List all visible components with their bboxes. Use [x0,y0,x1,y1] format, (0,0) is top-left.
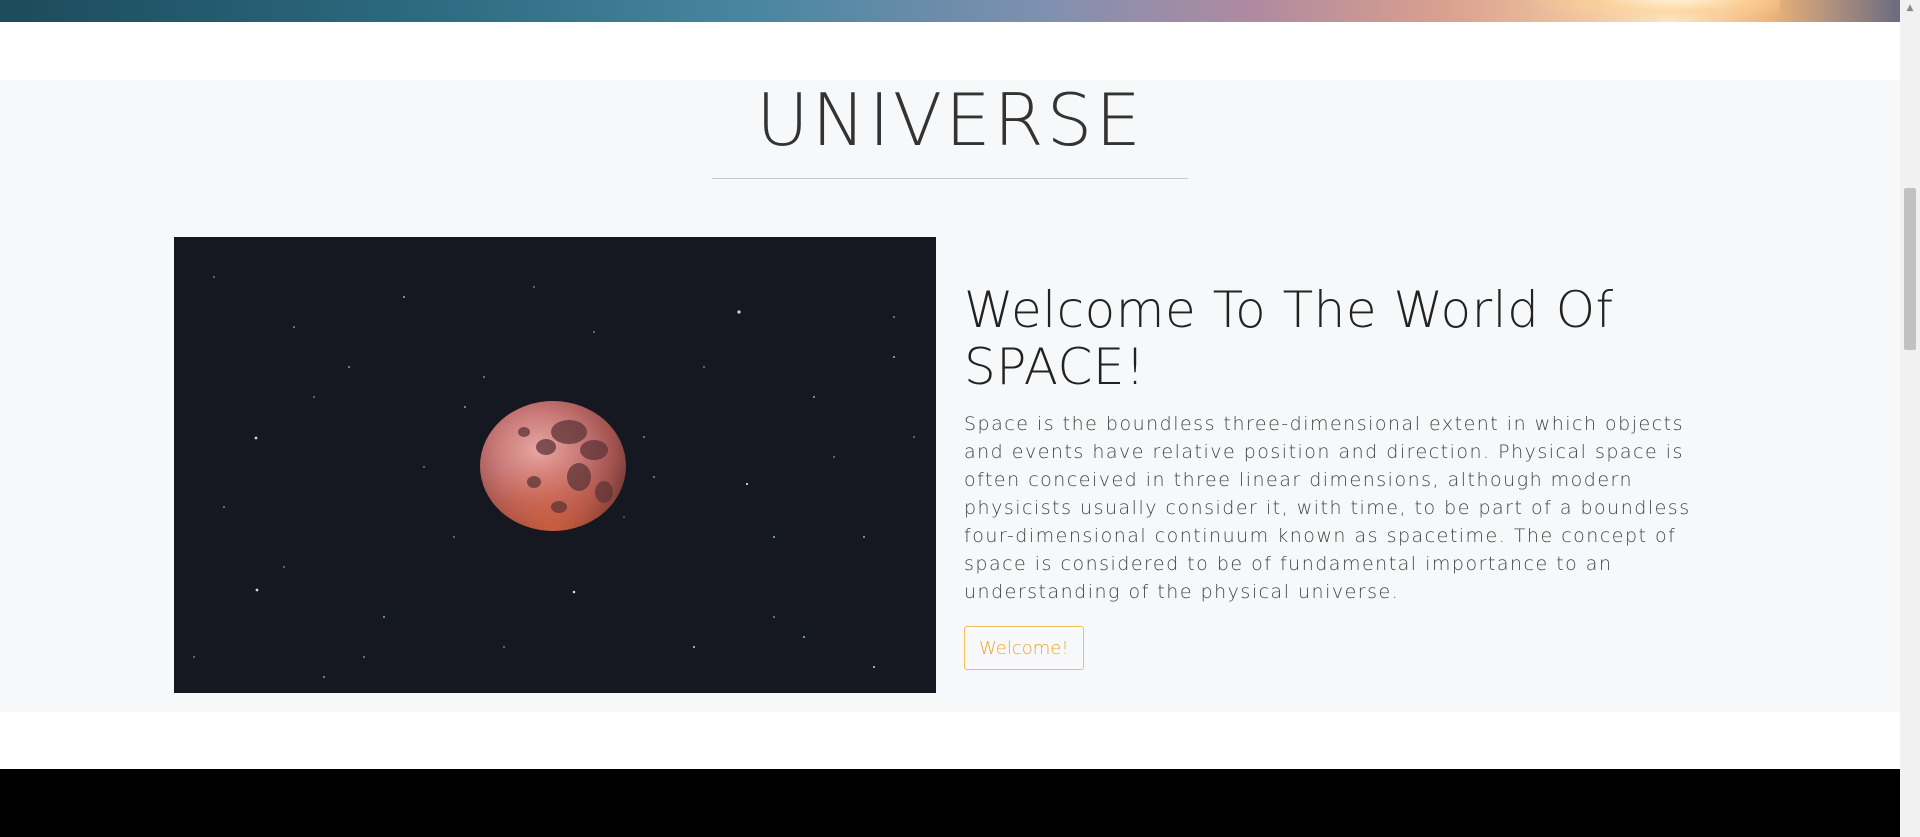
feature-description: Space is the boundless three-dimensional… [964,413,1691,603]
welcome-button[interactable]: Welcome! [964,626,1084,670]
page-scrollbar[interactable]: ▲ [1900,0,1920,837]
section-title: UNIVERSE [756,78,1144,162]
footer [0,769,1900,837]
space-image [174,237,936,693]
feature-content: Welcome To The World Of SPACE! Space is … [964,282,1724,670]
page: UNIVERSE Welcome To The World Of SPACE! … [0,0,1900,837]
title-divider [712,178,1188,179]
hero-image-edge [0,0,1900,22]
hero-sun-glow [1520,0,1780,22]
moon-starfield-image [174,237,936,693]
scroll-thumb[interactable] [1904,188,1916,350]
moon [480,401,626,531]
feature-heading: Welcome To The World Of SPACE! [964,281,1614,396]
scroll-up-arrow-icon[interactable]: ▲ [1900,0,1920,17]
